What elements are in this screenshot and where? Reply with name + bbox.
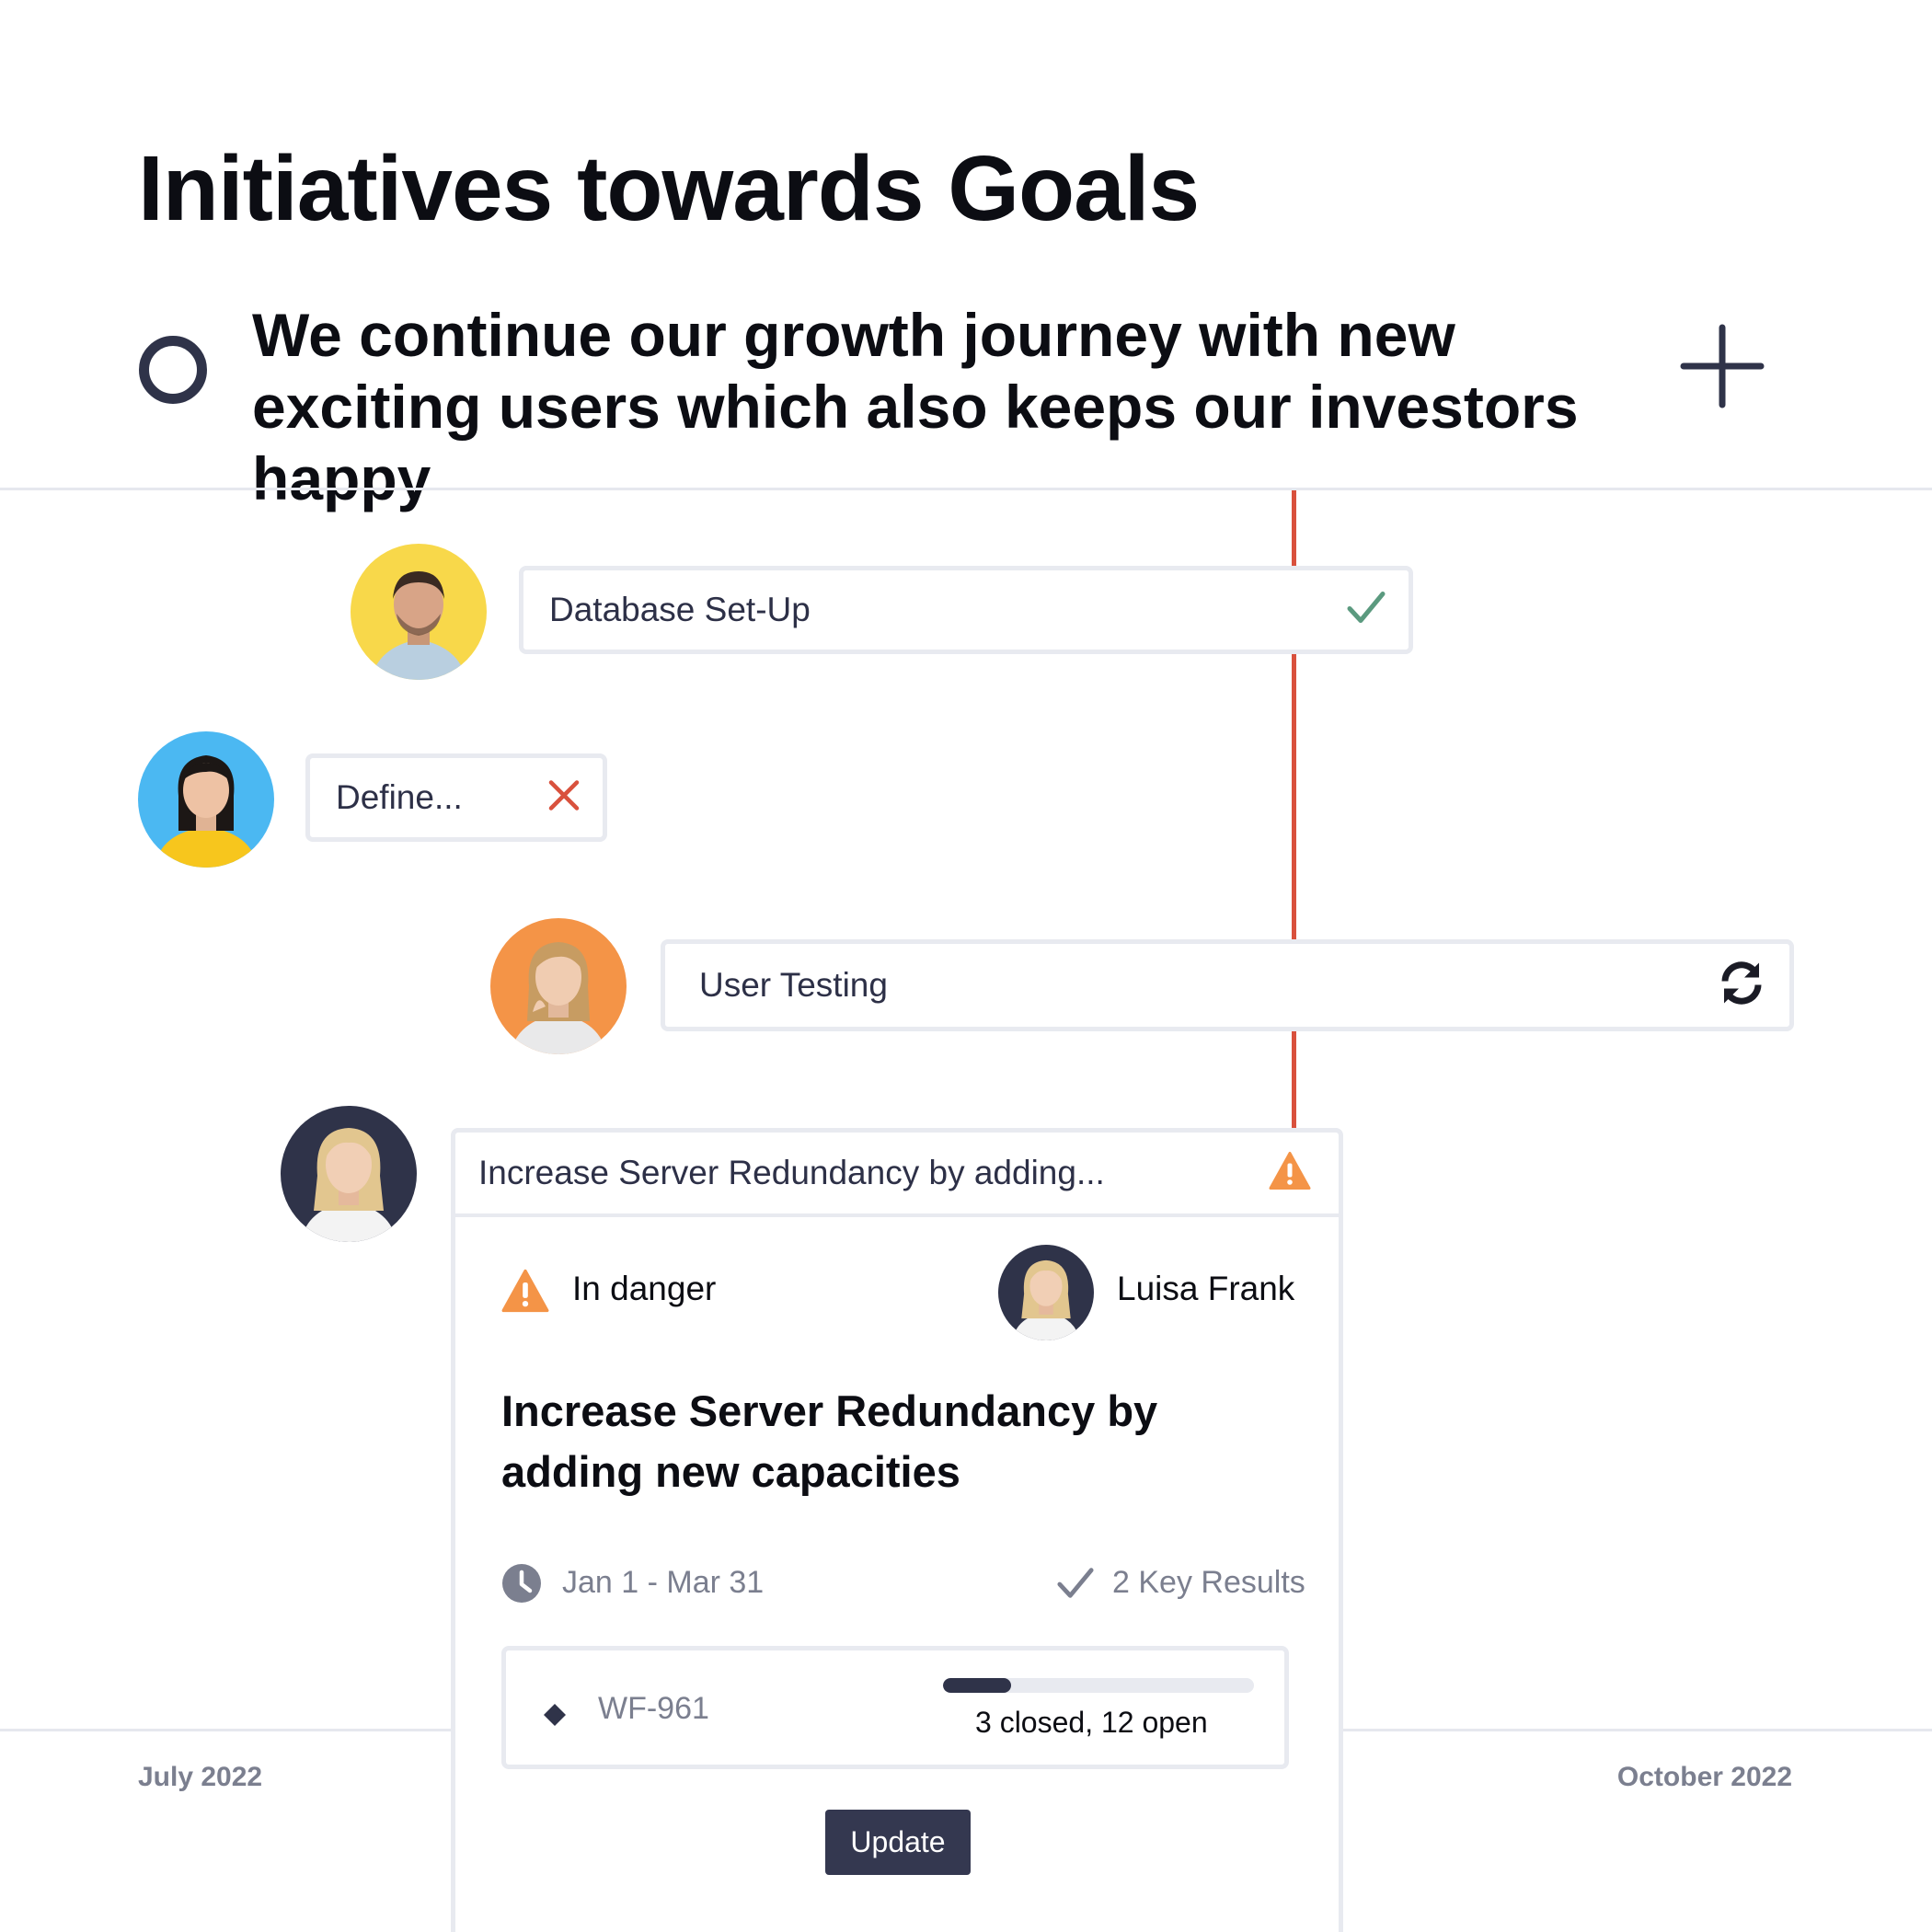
goal-status-circle-icon[interactable] <box>139 336 207 404</box>
timeline-axis-right <box>1343 1729 1932 1731</box>
person-avatar-icon <box>490 918 627 1054</box>
refresh-icon <box>1718 960 1765 1012</box>
header-divider <box>0 488 1932 490</box>
add-button[interactable] <box>1680 324 1765 408</box>
linked-issue[interactable]: WF-961 3 closed, 12 open <box>501 1646 1289 1769</box>
avatar[interactable] <box>351 544 487 680</box>
avatar[interactable] <box>281 1106 417 1242</box>
clock-icon <box>501 1563 542 1612</box>
timeline-end-label: October 2022 <box>1616 1762 1792 1792</box>
initiative-label: User Testing <box>699 966 888 1004</box>
owner-name: Luisa Frank <box>1117 1270 1295 1307</box>
avatar[interactable] <box>490 918 627 1054</box>
initiative-bar-server-redundancy[interactable]: Increase Server Redundancy by adding... <box>455 1133 1339 1217</box>
person-avatar-icon <box>998 1245 1094 1340</box>
issue-key[interactable]: WF-961 <box>598 1691 709 1727</box>
initiative-label: Define... <box>336 778 463 816</box>
avatar[interactable] <box>138 731 274 868</box>
today-marker-line <box>1292 1031 1296 1130</box>
key-results-count[interactable]: 2 Key Results <box>1112 1565 1305 1601</box>
issue-progress-bar <box>943 1678 1254 1693</box>
diamond-icon <box>543 1696 567 1735</box>
issue-progress-fill <box>943 1678 1012 1693</box>
close-icon <box>547 779 581 817</box>
check-icon <box>1056 1565 1095 1610</box>
plus-icon <box>1680 324 1765 408</box>
person-avatar-icon <box>138 731 274 868</box>
status-label: In danger <box>572 1270 717 1307</box>
warning-icon <box>1269 1152 1311 1195</box>
owner-avatar[interactable] <box>998 1245 1094 1340</box>
check-icon <box>1346 590 1386 631</box>
timeline-start-label: July 2022 <box>138 1762 263 1792</box>
date-range: Jan 1 - Mar 31 <box>562 1565 765 1600</box>
initiative-label: Increase Server Redundancy by adding... <box>478 1154 1105 1191</box>
goal-text: We continue our growth journey with new … <box>252 301 1579 512</box>
person-avatar-icon <box>281 1106 417 1242</box>
person-avatar-icon <box>351 544 487 680</box>
initiative-label: Database Set-Up <box>549 591 811 628</box>
initiative-bar-database-setup[interactable]: Database Set-Up <box>519 566 1413 654</box>
initiative-bar-user-testing[interactable]: User Testing <box>661 939 1794 1031</box>
initiative-bar-define[interactable]: Define... <box>305 753 607 842</box>
page-title: Initiatives towards Goals <box>138 137 1200 240</box>
timeline-axis-left <box>0 1729 451 1731</box>
update-button[interactable]: Update <box>825 1810 971 1875</box>
warning-icon <box>501 1269 549 1321</box>
initiative-detail-card: Increase Server Redundancy by adding... … <box>451 1128 1343 1932</box>
initiative-title: Increase Server Redundancy by adding new… <box>501 1386 1158 1496</box>
issue-progress-text: 3 closed, 12 open <box>975 1706 1208 1739</box>
